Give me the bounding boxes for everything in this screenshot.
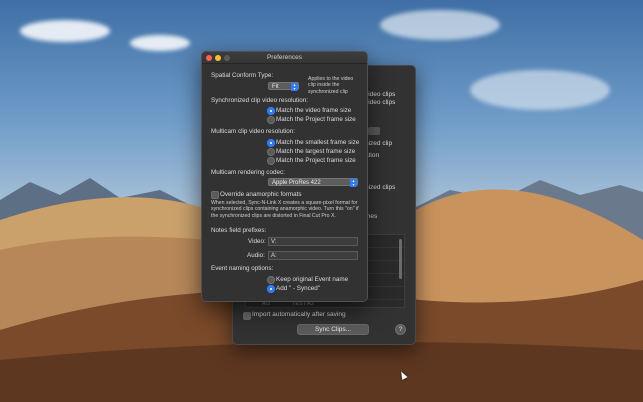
video-prefix-label: Video: <box>248 238 266 245</box>
spatial-conform-note: Applies to the video clip inside the syn… <box>308 76 354 95</box>
bg-text: video clips <box>365 99 396 106</box>
bg-text: nized clips <box>365 184 396 191</box>
title-bar[interactable]: Preferences <box>202 52 367 64</box>
spatial-conform-label: Spatial Conform Type: <box>211 72 274 79</box>
preferences-window: Preferences Spatial Conform Type: Fit ▴ ▾… <box>201 51 368 302</box>
bg-popup-stepper[interactable] <box>368 127 380 135</box>
anamorphic-label[interactable]: Override anamorphic formats <box>220 191 302 198</box>
import-checkbox-label: Import automatically after saving <box>252 311 346 318</box>
event-keep-option[interactable]: Keep original Event name <box>276 276 348 283</box>
multicam-res-largest-radio[interactable] <box>267 148 275 156</box>
codec-popup[interactable]: Apple ProRes 422 ▴ ▾ <box>268 178 358 187</box>
anamorphic-note: When selected, Sync-N-Link X creates a s… <box>211 200 359 219</box>
multicam-res-smallest-radio[interactable] <box>267 139 275 147</box>
popup-arrows-icon: ▴ ▾ <box>350 179 357 187</box>
video-prefix-field[interactable]: V: <box>268 237 358 246</box>
cloud <box>20 20 110 42</box>
sync-res-option-project-radio[interactable] <box>267 116 275 124</box>
codec-label: Multicam rendering codec: <box>211 169 285 176</box>
anamorphic-checkbox[interactable] <box>211 191 219 199</box>
popup-arrows-icon: ▴ ▾ <box>291 83 298 91</box>
cloud <box>470 70 610 110</box>
multicam-res-label: Multicam clip video resolution: <box>211 128 295 135</box>
bg-text: nized clip <box>365 140 393 147</box>
sync-res-label: Synchronized clip video resolution: <box>211 97 308 104</box>
list-scrollbar[interactable] <box>399 239 402 279</box>
cloud <box>130 35 190 51</box>
codec-value: Apple ProRes 422 <box>272 180 321 186</box>
event-synced-option[interactable]: Add " - Synced" <box>276 285 320 292</box>
event-keep-radio[interactable] <box>267 276 275 284</box>
import-checkbox[interactable] <box>243 312 251 320</box>
audio-prefix-field[interactable]: A: <box>268 251 358 260</box>
window-title: Preferences <box>266 54 303 61</box>
spatial-conform-value: Fit <box>272 84 279 90</box>
sync-res-option-project[interactable]: Match the Project frame size <box>276 116 356 123</box>
sync-res-option-video[interactable]: Match the video frame size <box>276 107 351 114</box>
audio-prefix-label: Audio: <box>247 252 265 259</box>
event-naming-label: Event naming options: <box>211 265 274 272</box>
bg-text: video clips <box>365 91 396 98</box>
spatial-conform-popup[interactable]: Fit ▴ ▾ <box>268 82 299 91</box>
sync-clips-button[interactable]: Sync Clips... <box>297 324 369 335</box>
cloud <box>380 10 500 40</box>
notes-prefix-label: Notes field prefixes: <box>211 227 267 234</box>
help-icon[interactable]: ? <box>395 324 406 335</box>
multicam-res-project[interactable]: Match the Project frame size <box>276 157 356 164</box>
sync-res-option-video-radio[interactable] <box>267 107 275 115</box>
multicam-res-largest[interactable]: Match the largest frame size <box>276 148 355 155</box>
multicam-res-smallest[interactable]: Match the smallest frame size <box>276 139 359 146</box>
event-synced-radio[interactable] <box>267 285 275 293</box>
multicam-res-project-radio[interactable] <box>267 157 275 165</box>
